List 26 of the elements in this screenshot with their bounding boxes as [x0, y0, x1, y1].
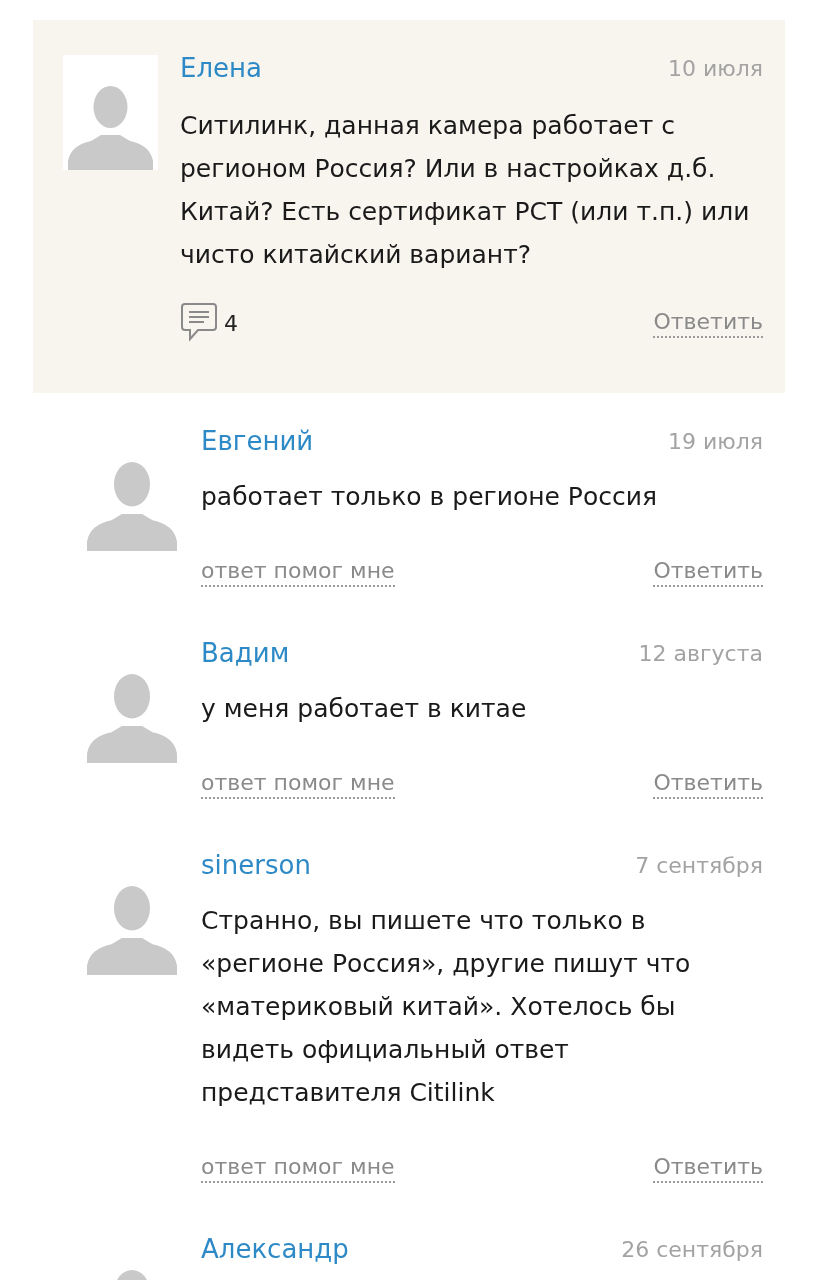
comment-text: Ситилинк, данная камера работает с регионом Россия? Или в настройках д.б. Китай? Есть сертификат РСТ (или т.п.) или чисто китайский вариант?	[180, 110, 751, 271]
comment-text: у меня работает в китае	[201, 693, 528, 725]
avatar-icon	[87, 461, 177, 551]
helpful-link[interactable]: ответ помог мне	[201, 769, 395, 799]
avatar-icon	[87, 673, 177, 763]
helpful-link[interactable]: ответ помог мне	[201, 1153, 395, 1183]
avatar-icon	[63, 55, 158, 170]
post-date: 7 сентября	[635, 852, 763, 878]
post-date: 12 августа	[638, 640, 763, 666]
reply-count: 4	[224, 310, 238, 336]
reply-link[interactable]: Ответить	[653, 769, 763, 799]
helpful-link[interactable]: ответ помог мне	[201, 557, 395, 587]
author-name: Вадим	[201, 638, 290, 668]
comment-text: работает только в регионе Россия	[201, 481, 659, 513]
avatar-icon	[87, 885, 177, 975]
reply-link[interactable]: Ответить	[653, 557, 763, 587]
reply-link[interactable]: Ответить	[653, 308, 763, 338]
reply-link[interactable]: Ответить	[653, 1153, 763, 1183]
author-name: Александр	[201, 1234, 349, 1264]
post-date: 26 сентября	[621, 1236, 763, 1262]
post-date: 10 июля	[667, 55, 763, 81]
author-name: Евгений	[201, 426, 314, 456]
comment-text: Странно, вы пишете что только в «регионе Россия», другие пишут что «материковый китай». Хотелось бы видеть официальный ответ представителя Citilink	[201, 905, 692, 1109]
author-name: Елена	[180, 53, 262, 83]
post-date: 19 июля	[667, 428, 763, 454]
author-name: sinerson	[201, 850, 311, 880]
